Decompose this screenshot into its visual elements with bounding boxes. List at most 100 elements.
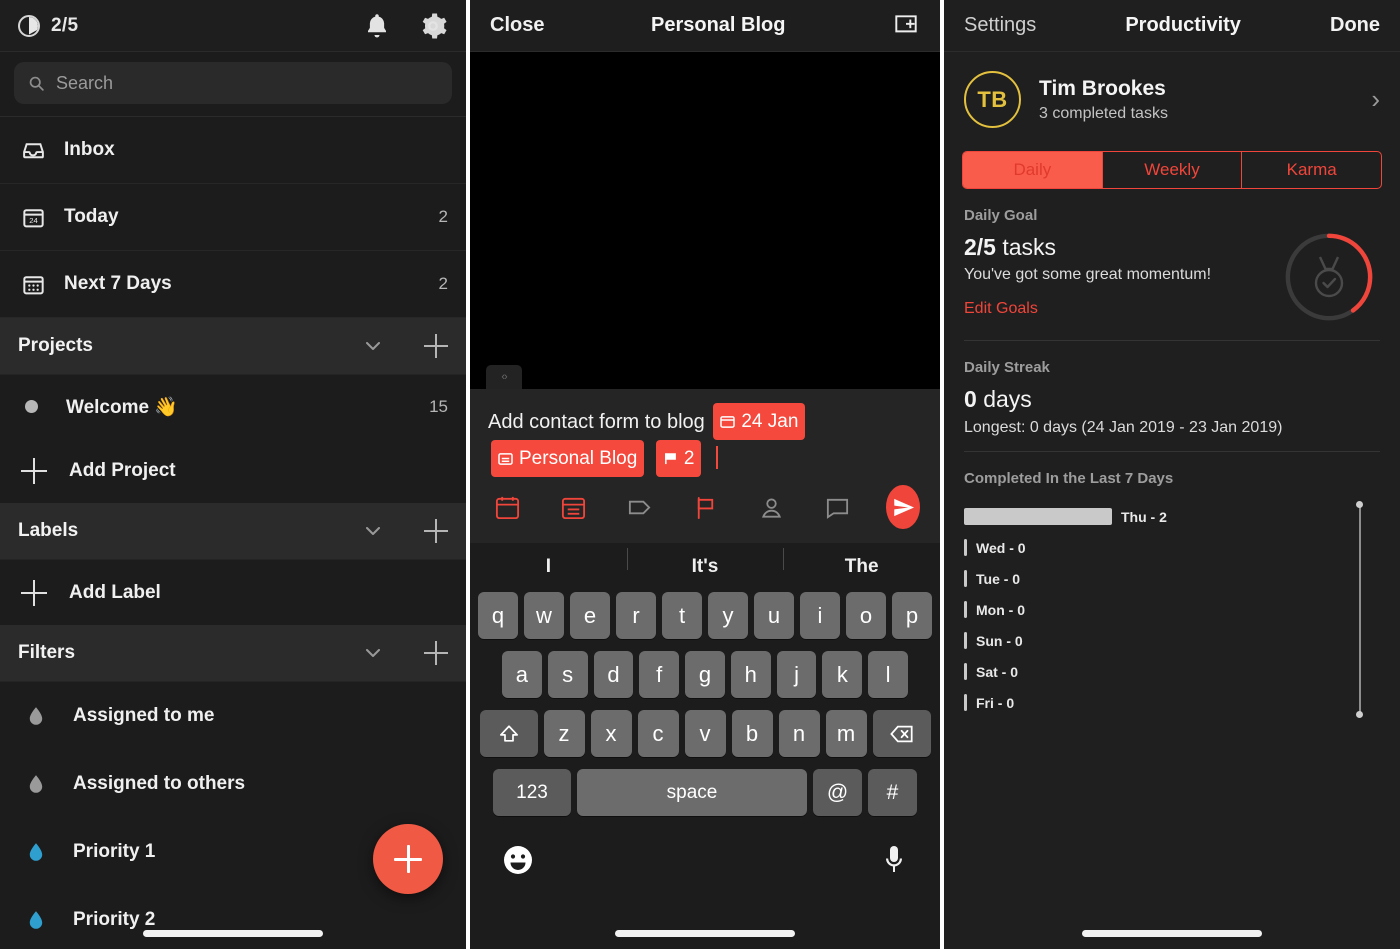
key-f[interactable]: f xyxy=(639,651,680,698)
labels-section-header[interactable]: Labels xyxy=(0,503,466,560)
tab-daily[interactable]: Daily xyxy=(963,152,1103,188)
profile-subtitle: 3 completed tasks xyxy=(1039,104,1168,122)
key-y[interactable]: y xyxy=(708,592,748,639)
filters-section-header[interactable]: Filters xyxy=(0,625,466,682)
key-q[interactable]: q xyxy=(478,592,518,639)
sidebar-item-filter[interactable]: Assigned to others xyxy=(0,750,466,818)
key-i[interactable]: i xyxy=(800,592,840,639)
emoji-icon[interactable] xyxy=(501,843,535,877)
sidebar-item-label: Inbox xyxy=(64,139,115,160)
shift-icon[interactable] xyxy=(479,710,538,757)
chip-priority[interactable]: 2 xyxy=(655,440,702,477)
sidebar-item-inbox[interactable]: Inbox xyxy=(0,117,466,184)
numbers-key[interactable]: 123 xyxy=(493,769,571,816)
done-button[interactable]: Done xyxy=(1330,14,1380,37)
add-label-plus-icon[interactable] xyxy=(424,519,448,543)
backspace-icon[interactable] xyxy=(872,710,931,757)
key-p[interactable]: p xyxy=(892,592,932,639)
chevron-down-icon[interactable] xyxy=(362,520,384,542)
back-to-settings-button[interactable]: Settings xyxy=(964,14,1036,37)
key-a[interactable]: a xyxy=(501,651,542,698)
key-u[interactable]: u xyxy=(754,592,794,639)
edit-goals-link[interactable]: Edit Goals xyxy=(964,300,1038,318)
key-g[interactable]: g xyxy=(685,651,725,698)
key-n[interactable]: n xyxy=(778,710,820,757)
key-c[interactable]: c xyxy=(637,710,679,757)
due-date-tool-icon[interactable] xyxy=(490,490,525,524)
chevron-right-icon[interactable]: › xyxy=(1371,84,1380,115)
profile-row[interactable]: TB Tim Brookes 3 completed tasks › xyxy=(944,52,1400,147)
filter-name: Priority 2 xyxy=(73,909,156,930)
project-tool-icon[interactable] xyxy=(556,490,591,524)
comment-tool-icon[interactable] xyxy=(820,490,855,524)
add-label-label: Add Label xyxy=(69,581,161,603)
add-project-plus-icon[interactable] xyxy=(424,334,448,358)
microphone-icon[interactable] xyxy=(879,843,909,877)
projects-section-header[interactable]: Projects xyxy=(0,318,466,375)
add-project-button[interactable]: Add Project xyxy=(0,438,466,503)
key-l[interactable]: l xyxy=(868,651,909,698)
bell-icon[interactable] xyxy=(362,11,392,41)
prediction-option[interactable]: The xyxy=(783,547,940,578)
resize-handle[interactable]: ‹› xyxy=(486,365,522,389)
chart-axis-scale xyxy=(1356,501,1364,718)
filter-name: Assigned to me xyxy=(73,705,215,726)
key-o[interactable]: o xyxy=(846,592,886,639)
key-k[interactable]: k xyxy=(822,651,863,698)
add-to-view-icon[interactable] xyxy=(892,12,920,40)
key-s[interactable]: s xyxy=(547,651,588,698)
sidebar-item-filter[interactable]: Assigned to me xyxy=(0,682,466,750)
label-tag-tool-icon[interactable] xyxy=(622,490,657,524)
key-d[interactable]: d xyxy=(593,651,634,698)
chart-bar-label: Tue - 0 xyxy=(976,570,1021,587)
key-r[interactable]: r xyxy=(616,592,656,639)
prediction-option[interactable]: I xyxy=(470,556,627,578)
assignee-tool-icon[interactable] xyxy=(754,490,789,524)
chevron-down-icon[interactable] xyxy=(362,335,384,357)
key-z[interactable]: z xyxy=(543,710,585,757)
gear-icon[interactable] xyxy=(418,11,448,41)
key-e[interactable]: e xyxy=(570,592,610,639)
key-j[interactable]: j xyxy=(776,651,817,698)
key-m[interactable]: m xyxy=(825,710,867,757)
chart-row: Tue - 0 xyxy=(964,563,1352,594)
sidebar-item-today[interactable]: 24 Today 2 xyxy=(0,184,466,251)
tab-weekly[interactable]: Weekly xyxy=(1103,152,1243,188)
space-key[interactable]: space xyxy=(577,769,807,816)
daily-goal-message: You've got some great momentum! xyxy=(964,266,1212,283)
close-button[interactable]: Close xyxy=(490,14,544,37)
task-input-text: Add contact form to blog xyxy=(488,411,705,433)
section-title: Labels xyxy=(18,520,79,541)
daily-goal-progress-ring xyxy=(1280,228,1378,326)
hash-key[interactable]: # xyxy=(868,769,917,816)
chart-bar-label: Fri - 0 xyxy=(976,694,1015,711)
pie-progress-icon[interactable] xyxy=(18,14,40,37)
sidebar-item-next-7-days[interactable]: Next 7 Days 2 xyxy=(0,251,466,318)
key-h[interactable]: h xyxy=(730,651,771,698)
sidebar-item-filter[interactable]: Priority 2 xyxy=(0,886,466,949)
add-filter-plus-icon[interactable] xyxy=(424,641,448,665)
key-w[interactable]: w xyxy=(524,592,564,639)
add-task-fab[interactable] xyxy=(373,824,443,894)
prediction-option[interactable]: It's xyxy=(626,547,784,578)
sidebar-item-project[interactable]: Welcome 👋 15 xyxy=(0,375,466,438)
priority-flag-tool-icon[interactable] xyxy=(688,490,723,524)
chip-project[interactable]: Personal Blog xyxy=(491,440,645,477)
task-input[interactable]: Add contact form to blog 24 Jan Personal… xyxy=(488,403,922,477)
at-key[interactable]: @ xyxy=(813,769,862,816)
search-input[interactable]: Search xyxy=(14,62,452,104)
search-icon xyxy=(28,75,45,92)
key-x[interactable]: x xyxy=(590,710,632,757)
chevron-down-icon[interactable] xyxy=(362,642,384,664)
add-label-button[interactable]: Add Label xyxy=(0,560,466,625)
chart-bar-label: Thu - 2 xyxy=(1121,508,1167,525)
key-b[interactable]: b xyxy=(731,710,773,757)
chip-due-date[interactable]: 24 Jan xyxy=(713,403,806,440)
key-t[interactable]: t xyxy=(662,592,702,639)
search-container: Search xyxy=(0,52,466,117)
tab-karma[interactable]: Karma xyxy=(1242,152,1381,188)
task-list-backdrop: ‹› xyxy=(470,52,940,389)
keyboard-row-2: a s d f g h j k l xyxy=(475,651,935,698)
key-v[interactable]: v xyxy=(684,710,726,757)
send-button[interactable] xyxy=(886,485,921,529)
